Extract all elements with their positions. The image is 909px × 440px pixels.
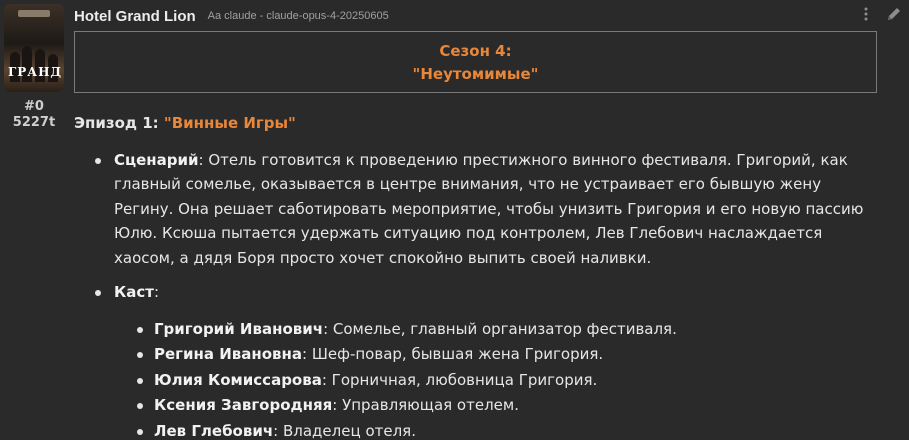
scenario-item: Сценарий: Отель готовится к проведению п… [74,148,884,271]
cast-member-name: Регина Ивановна [154,345,303,363]
cast-member-role: : Горничная, любовница Григория. [321,370,598,389]
avatar-logo: ГРАНД [8,65,63,79]
character-name[interactable]: Hotel Grand Lion [74,8,196,25]
cast-member: Регина Ивановна: Шеф-повар, бывшая жена … [114,342,884,368]
chat-message: ГРАНД #0 5227t Hotel Grand Lion Aa claud… [0,0,909,440]
season-number: Сезон 4: [439,42,512,60]
scenario-label: Сценарий [114,150,199,169]
message-id: #0 [24,99,44,114]
episode-label: Эпизод 1: [74,114,164,132]
message-header: Hotel Grand Lion Aa claude - claude-opus… [74,5,389,27]
model-tag: Aa claude - claude-opus-4-20250605 [207,10,389,22]
cast-member-name: Ксения Завгородняя [154,396,333,414]
cast-member-role: : Сомелье, главный организатор фестиваля… [323,319,677,338]
episode-title: "Винные Игры" [163,114,296,132]
message-meta-column: ГРАНД #0 5227t [4,4,64,131]
cast-member: Григорий Иванович: Сомелье, главный орга… [114,317,884,343]
cast-member-role: : Шеф-повар, бывшая жена Григория. [302,345,604,363]
message-tools [857,5,903,23]
cast-member-name: Юлия Комиссарова [154,370,322,389]
cast-member-role: : Управляющая отелем. [332,396,519,414]
cast-member: Лев Глебович: Владелец отеля. [114,419,884,440]
cast-member-role: : Владелец отеля. [273,421,416,440]
message-token-count: 5227t [12,115,56,130]
message-content: Эпизод 1: "Винные Игры" Сценарий: Отель … [74,111,884,440]
pencil-icon[interactable] [885,5,903,23]
scenario-text: : Отель готовится к проведению престижно… [114,150,864,267]
cast-member: Юлия Комиссарова: Горничная, любовница Г… [114,368,884,394]
episode-details-list: Сценарий: Отель готовится к проведению п… [74,148,884,440]
cast-member-name: Григорий Иванович [154,319,324,338]
cast-suffix: : [153,283,160,301]
cast-item: Каст: Григорий Иванович: Сомелье, главны… [74,280,884,440]
cast-list: Григорий Иванович: Сомелье, главный орга… [114,317,884,440]
more-dots-icon[interactable] [857,5,875,23]
season-title: "Неутомимые" [412,65,539,83]
cast-member-name: Лев Глебович [154,421,274,440]
avatar[interactable]: ГРАНД [4,4,64,92]
episode-heading: Эпизод 1: "Винные Игры" [74,111,884,136]
avatar-badge [18,10,50,17]
cast-member: Ксения Завгородняя: Управляющая отелем. [114,393,884,419]
cast-label: Каст [114,283,154,301]
season-box: Сезон 4: "Неутомимые" [74,31,877,93]
